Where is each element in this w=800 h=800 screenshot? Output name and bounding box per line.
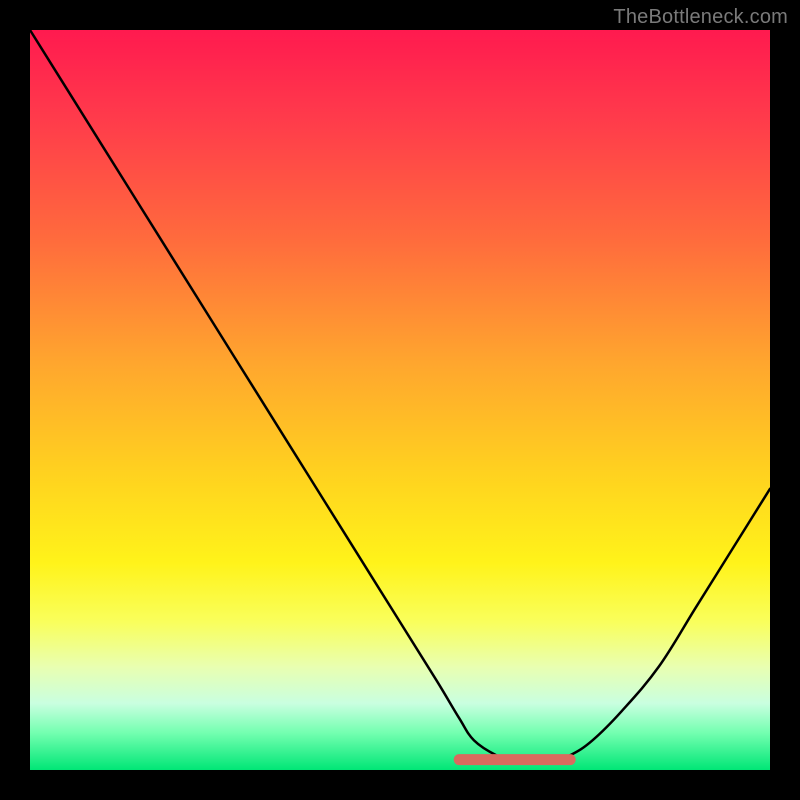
main-curve bbox=[30, 30, 770, 764]
chart-svg bbox=[30, 30, 770, 770]
chart-frame: TheBottleneck.com bbox=[0, 0, 800, 800]
plot-area bbox=[30, 30, 770, 770]
watermark-label: TheBottleneck.com bbox=[613, 6, 788, 29]
